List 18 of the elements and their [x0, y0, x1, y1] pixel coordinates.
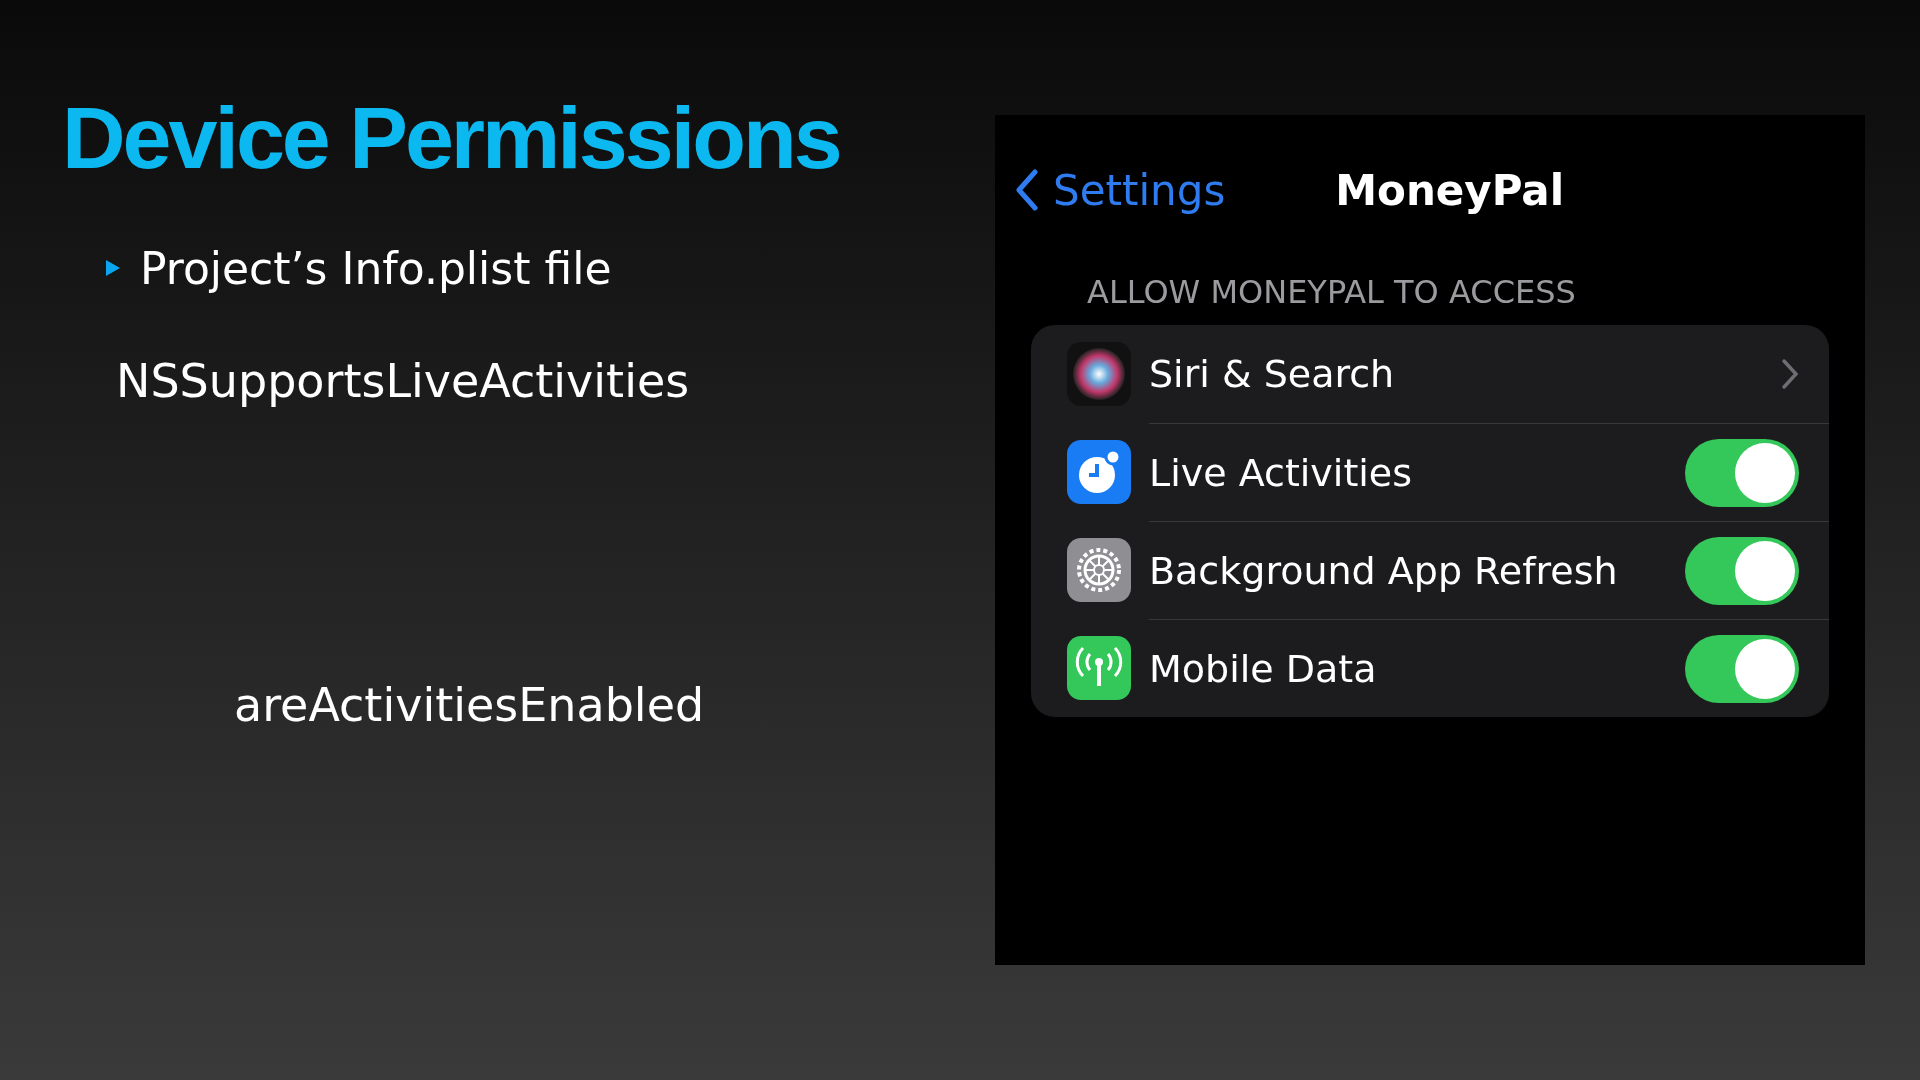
code-term: NSSupportsLiveActivities: [116, 353, 691, 408]
antenna-icon: [1067, 636, 1131, 700]
chevron-icon: [1781, 358, 1799, 390]
gear-icon: [1067, 538, 1131, 602]
code-term: areActivitiesEnabled: [234, 677, 706, 732]
siri-orb-icon: [1067, 342, 1131, 406]
clock-icon: [1067, 440, 1131, 504]
section-header: ALLOW MONEYPAL TO ACCESS: [1087, 273, 1577, 311]
back-button[interactable]: Settings: [1015, 165, 1226, 215]
setting-label: Background App Refresh: [1149, 548, 1619, 593]
bullet-icon: [106, 260, 120, 277]
screen-title: MoneyPal: [1335, 165, 1565, 215]
setting-label: Mobile Data: [1149, 646, 1378, 691]
setting-label[interactable]: Siri & Search: [1149, 352, 1781, 396]
slide-title: Device Permissions: [62, 90, 841, 187]
bullet-text: Project’s Info.plist file: [140, 242, 612, 294]
setting-label: Live Activities: [1149, 450, 1414, 495]
back-chevron-icon: [1015, 168, 1039, 212]
